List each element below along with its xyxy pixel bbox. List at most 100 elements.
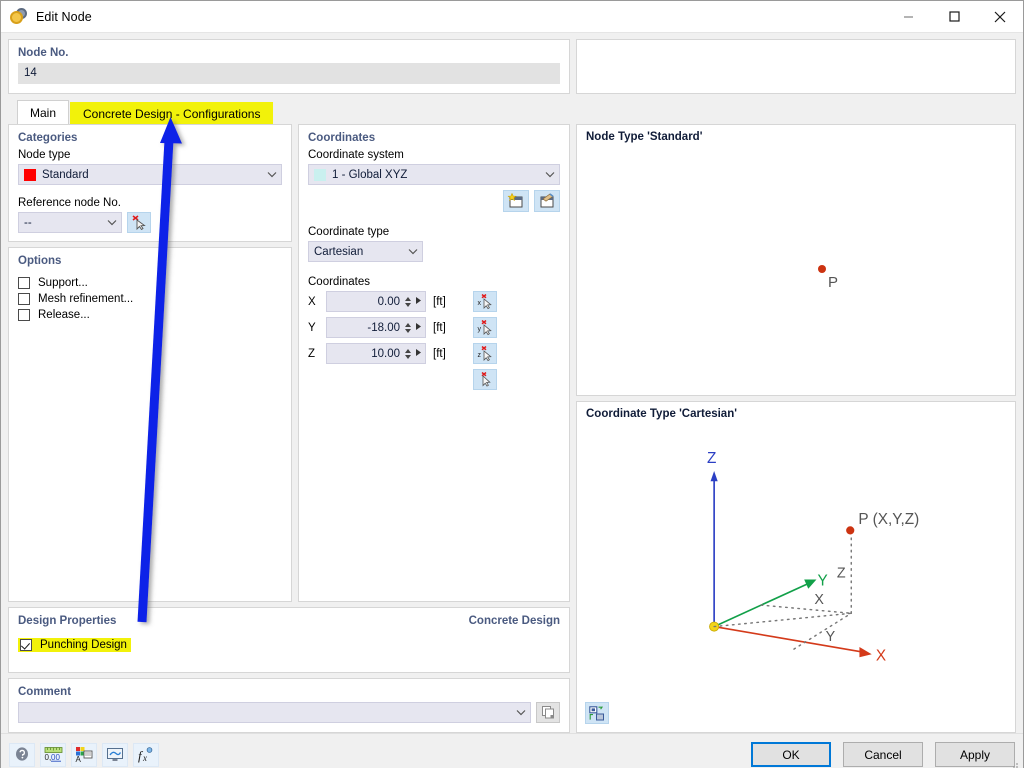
design-properties-panel: Design Properties Concrete Design Punchi…	[8, 607, 570, 673]
pick-point-button[interactable]	[473, 369, 497, 390]
spinner-arrows-icon[interactable]	[404, 296, 412, 308]
coordinate-z-input[interactable]: 10.00	[326, 343, 426, 364]
option-release[interactable]: Release...	[18, 309, 282, 321]
apply-button[interactable]: Apply	[935, 742, 1015, 767]
pick-z-button[interactable]: z	[473, 343, 497, 364]
svg-text:Y: Y	[826, 629, 836, 645]
pick-x-button[interactable]: x	[473, 291, 497, 312]
settings-columns: Categories Node type Standard Reference …	[8, 124, 570, 602]
edit-coordinate-system-button[interactable]	[534, 190, 560, 212]
svg-text:z: z	[477, 352, 481, 359]
option-release-label: Release...	[38, 309, 90, 321]
coordinate-type-preview-title: Coordinate Type 'Cartesian'	[586, 408, 737, 420]
svg-text:Z: Z	[837, 565, 846, 581]
left-column: Categories Node type Standard Reference …	[8, 124, 570, 733]
punching-design-row[interactable]: Punching Design	[18, 638, 560, 652]
options-title: Options	[18, 255, 282, 267]
node-number-label: Node No.	[18, 47, 560, 59]
coordinate-axis-z-label: Z	[308, 348, 326, 360]
node-number-row: Node No. 14	[8, 39, 1016, 94]
cancel-button[interactable]: Cancel	[843, 742, 923, 767]
coordinate-type-preview-graphic: Z Y X	[577, 402, 1015, 732]
coordinate-y-input[interactable]: -18.00	[326, 317, 426, 338]
minimize-button[interactable]	[885, 1, 931, 33]
coordinate-row-pick-all	[308, 369, 560, 390]
node-number-input[interactable]: 14	[18, 63, 560, 84]
node-type-select[interactable]: Standard	[18, 164, 282, 185]
coordinate-system-color-swatch	[314, 169, 326, 181]
checkbox-mesh-refinement[interactable]	[18, 293, 30, 305]
coordinate-values-label: Coordinates	[308, 276, 560, 288]
chevron-down-icon	[516, 708, 526, 718]
expand-y-icon[interactable]	[415, 322, 422, 333]
coordinate-z-unit: [ft]	[433, 348, 463, 360]
pick-y-button[interactable]: y	[473, 317, 497, 338]
chevron-down-icon	[408, 247, 418, 257]
chevron-down-icon	[545, 170, 555, 180]
tab-bar: Main Concrete Design - Configurations	[8, 100, 1016, 124]
ok-button[interactable]: OK	[751, 742, 831, 767]
coordinate-type-label: Coordinate type	[308, 226, 560, 238]
reference-node-select[interactable]: --	[18, 212, 122, 233]
comment-input[interactable]	[18, 702, 531, 723]
node-type-preview-title: Node Type 'Standard'	[586, 131, 702, 143]
coordinate-type-select[interactable]: Cartesian	[308, 241, 423, 262]
checkbox-release[interactable]	[18, 309, 30, 321]
svg-text:x: x	[477, 300, 481, 307]
reference-node-value: --	[24, 217, 32, 229]
app-icon	[10, 8, 28, 26]
coordinate-z-value: 10.00	[332, 348, 404, 360]
svg-text:P: P	[828, 274, 838, 291]
checkbox-punching-design[interactable]	[20, 639, 32, 651]
punching-design-label: Punching Design	[40, 639, 127, 651]
coordinate-row-z: Z 10.00 [ft]	[308, 343, 560, 364]
window-controls	[885, 1, 1023, 33]
comment-library-button[interactable]	[536, 702, 560, 723]
option-support[interactable]: Support...	[18, 277, 282, 289]
coordinate-system-select[interactable]: 1 - Global XYZ	[308, 164, 560, 185]
dialog-body: Node No. 14 Main Concrete Design - Confi…	[1, 33, 1023, 733]
options-panel: Options Support... Mesh refinement...	[8, 247, 292, 602]
help-icon[interactable]	[9, 743, 35, 767]
reference-node-label: Reference node No.	[18, 197, 282, 209]
coordinates-panel: Coordinates Coordinate system 1 - Global…	[298, 124, 570, 602]
main-content: Categories Node type Standard Reference …	[8, 124, 1016, 733]
coordinate-row-y: Y -18.00 [ft]	[308, 317, 560, 338]
close-button[interactable]	[977, 1, 1023, 33]
title-bar: Edit Node	[1, 1, 1023, 33]
coordinate-system-buttons	[308, 190, 560, 212]
chevron-down-icon	[267, 170, 277, 180]
new-coordinate-system-button[interactable]	[503, 190, 529, 212]
option-mesh-refinement[interactable]: Mesh refinement...	[18, 293, 282, 305]
maximize-button[interactable]	[931, 1, 977, 33]
coordinate-axis-x-label: X	[308, 296, 326, 308]
expand-x-icon[interactable]	[415, 296, 422, 307]
tab-concrete-design-configurations[interactable]: Concrete Design - Configurations	[70, 102, 273, 124]
coordinate-axis-y-label: Y	[308, 322, 326, 334]
coordinate-row-x: X 0.00 [ft]	[308, 291, 560, 312]
resize-grip-icon[interactable]	[1009, 762, 1019, 768]
tab-main[interactable]: Main	[17, 100, 69, 124]
spinner-arrows-icon[interactable]	[404, 348, 412, 360]
decimal-places-icon[interactable]: 0, 00	[40, 743, 66, 767]
option-support-label: Support...	[38, 277, 88, 289]
svg-text:x: x	[142, 753, 147, 763]
categories-title: Categories	[18, 132, 282, 144]
svg-text:X: X	[814, 592, 824, 608]
display-properties-icon[interactable]	[102, 743, 128, 767]
node-info-panel	[576, 39, 1016, 94]
formula-icon[interactable]: f x	[133, 743, 159, 767]
concrete-design-label: Concrete Design	[469, 615, 560, 631]
option-mesh-refinement-label: Mesh refinement...	[38, 293, 133, 305]
spinner-arrows-icon[interactable]	[404, 322, 412, 334]
units-icon[interactable]: A	[71, 743, 97, 767]
checkbox-support[interactable]	[18, 277, 30, 289]
coordinate-y-unit: [ft]	[433, 322, 463, 334]
view-settings-button[interactable]	[585, 702, 609, 724]
pick-reference-node-button[interactable]	[127, 212, 151, 233]
expand-z-icon[interactable]	[415, 348, 422, 359]
coordinates-title: Coordinates	[308, 132, 560, 144]
categories-panel: Categories Node type Standard Reference …	[8, 124, 292, 242]
coordinate-x-input[interactable]: 0.00	[326, 291, 426, 312]
coordinate-type-value: Cartesian	[314, 246, 363, 258]
